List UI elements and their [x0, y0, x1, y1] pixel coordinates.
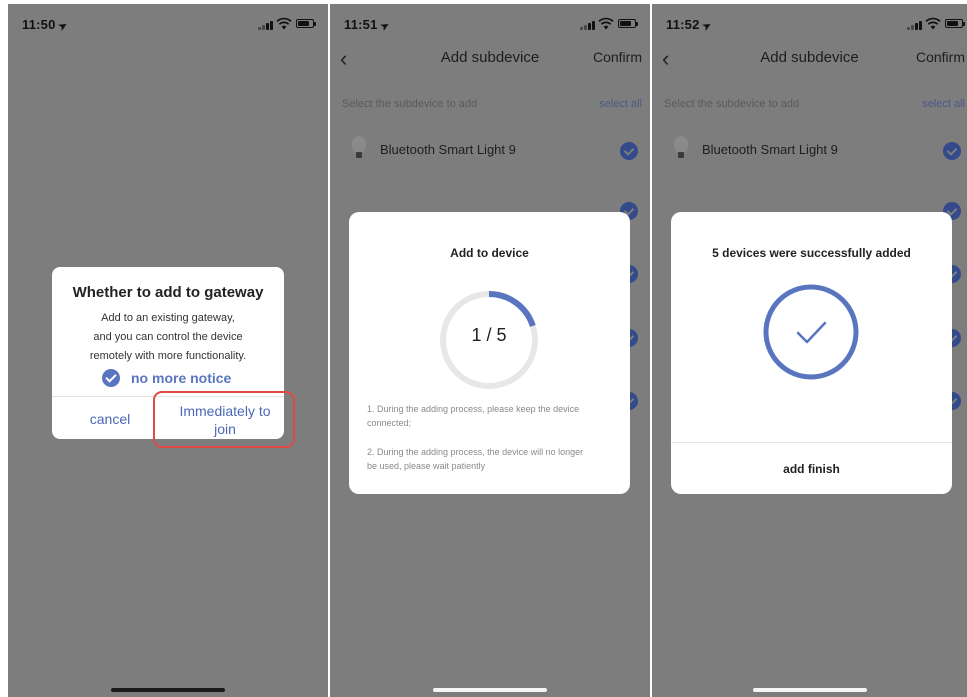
signal-icon: [258, 20, 273, 30]
select-all-button[interactable]: select all: [922, 98, 965, 110]
add-finish-button[interactable]: add finish: [671, 462, 952, 476]
screen-gateway-prompt: 11:50➤ Whether to add to gateway Add to …: [8, 4, 328, 697]
status-time: 11:51➤: [344, 17, 392, 34]
confirm-button[interactable]: Confirm: [916, 49, 965, 65]
note-2: 2. During the adding process, the device…: [367, 447, 584, 471]
location-arrow-icon: ➤: [700, 19, 714, 34]
status-time: 11:50➤: [22, 17, 70, 34]
check-circle-icon: [102, 369, 120, 387]
section-header: Select the subdevice to add select all: [330, 92, 650, 116]
status-icons: [907, 17, 965, 30]
check-circle-icon[interactable]: [943, 142, 961, 160]
progress-text: 1 / 5: [471, 325, 507, 345]
battery-icon: [618, 19, 638, 28]
status-icons: [258, 17, 316, 30]
nav-bar: ‹ Add subdevice Confirm: [330, 44, 650, 78]
confirm-button[interactable]: Confirm: [593, 49, 642, 65]
dialog-title: Add to device: [450, 246, 529, 260]
home-indicator[interactable]: [111, 688, 225, 692]
battery-icon: [296, 19, 316, 28]
cancel-button[interactable]: cancel: [72, 411, 148, 427]
section-label: Select the subdevice to add: [342, 98, 478, 110]
check-circle-icon[interactable]: [620, 142, 638, 160]
device-name: Bluetooth Smart Light 9: [380, 142, 516, 157]
device-name: Bluetooth Smart Light 9: [702, 142, 838, 157]
dialog-title: 5 devices were successfully added: [712, 246, 911, 260]
location-arrow-icon: ➤: [56, 19, 70, 34]
note-1: 1. During the adding process, please kee…: [367, 404, 580, 428]
dialog-title: Whether to add to gateway: [72, 284, 264, 301]
no-more-notice-label: no more notice: [131, 370, 232, 386]
success-dialog: 5 devices were successfully added add fi…: [671, 212, 952, 494]
highlight-box: [153, 391, 295, 448]
dialog-description: Add to an existing gateway, and you can …: [89, 312, 247, 362]
nav-bar: ‹ Add subdevice Confirm: [652, 44, 967, 78]
battery-icon: [945, 19, 965, 28]
signal-icon: [580, 20, 595, 30]
device-row[interactable]: Bluetooth Smart Light 9: [330, 130, 650, 170]
no-more-notice-toggle[interactable]: no more notice: [52, 369, 284, 389]
progress-dialog: Add to device 1 / 5 1. During the adding…: [349, 212, 630, 494]
status-bar: 11:50➤: [8, 4, 328, 44]
select-all-button[interactable]: select all: [599, 98, 642, 110]
wifi-icon: [925, 17, 941, 30]
success-check-icon: [763, 284, 859, 380]
status-time: 11:52➤: [666, 17, 714, 34]
signal-icon: [907, 20, 922, 30]
screen-add-success: 11:52➤ ‹ Add subdevice Confirm Select th…: [652, 4, 967, 697]
status-bar: 11:52➤: [652, 4, 967, 44]
bulb-icon: [352, 136, 366, 160]
divider: [671, 442, 952, 443]
section-label: Select the subdevice to add: [664, 98, 800, 110]
location-arrow-icon: ➤: [378, 19, 392, 34]
home-indicator[interactable]: [433, 688, 547, 692]
status-icons: [580, 17, 638, 30]
screen-adding-progress: 11:51➤ ‹ Add subdevice Confirm Select th…: [330, 4, 650, 697]
home-indicator[interactable]: [752, 688, 867, 692]
wifi-icon: [598, 17, 614, 30]
wifi-icon: [276, 17, 292, 30]
bulb-icon: [674, 136, 688, 160]
section-header: Select the subdevice to add select all: [652, 92, 967, 116]
status-bar: 11:51➤: [330, 4, 650, 44]
device-row[interactable]: Bluetooth Smart Light 9: [652, 130, 967, 170]
